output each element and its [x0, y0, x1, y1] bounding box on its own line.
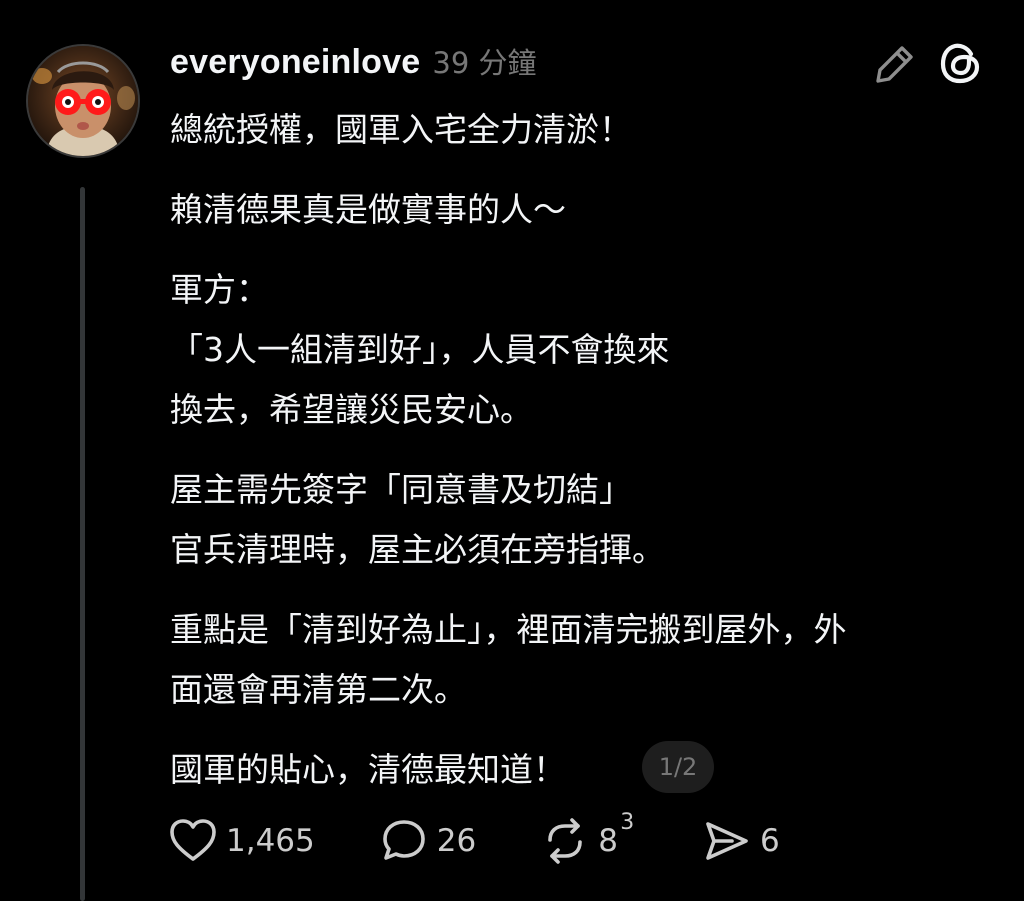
like-button[interactable]: 1,465 [168, 816, 315, 866]
heart-icon [170, 819, 216, 861]
post-text-line: 面還會再清第二次。 [170, 670, 467, 709]
thread-connector-line [80, 187, 85, 901]
comment-count: 26 [436, 823, 477, 859]
share-button[interactable]: 6 [702, 816, 780, 866]
post-paragraph: 總統授權，國軍入宅全力清淤！ [170, 100, 980, 160]
post-text-line: 軍方： [170, 270, 269, 309]
thread-post: everyoneinlove 39 分鐘 總統授權，國軍入宅全力清淤！ 賴清德果真… [0, 0, 1024, 901]
threads-logo-icon [940, 43, 980, 84]
repost-button[interactable]: 8 3 [540, 810, 634, 866]
post-paragraph: 屋主需先簽字「同意書及切結」 官兵清理時，屋主必須在旁指揮。 [170, 460, 980, 580]
post-text-line: 屋主需先簽字「同意書及切結」 [170, 470, 632, 509]
page-indicator[interactable]: 1/2 [642, 741, 714, 793]
post-paragraph: 賴清德果真是做實事的人～ [170, 180, 980, 240]
threads-app-button[interactable] [938, 40, 984, 86]
repost-superscript: 3 [620, 810, 635, 835]
post-paragraph: 國軍的貼心，清德最知道！ [170, 740, 980, 800]
send-icon [706, 822, 748, 860]
avatar[interactable] [26, 44, 140, 158]
post-text-line: 國軍的貼心，清德最知道！ [170, 750, 566, 789]
edit-button[interactable] [872, 41, 918, 87]
post-body: 總統授權，國軍入宅全力清淤！ 賴清德果真是做實事的人～ 軍方： 「3人一組清到好」，人… [170, 100, 980, 820]
post-text-line: 重點是「清到好為止」，裡面清完搬到屋外，外 [170, 610, 847, 649]
post-paragraph: 軍方： 「3人一組清到好」，人員不會換來 換去，希望讓災民安心。 [170, 260, 980, 440]
post-text-line: 總統授權，國軍入宅全力清淤！ [170, 110, 632, 149]
comment-bubble-icon [382, 820, 425, 860]
username[interactable]: everyoneinlove [170, 43, 420, 82]
repost-count: 8 [598, 823, 618, 859]
comment-button[interactable]: 26 [379, 816, 476, 866]
repost-icon [548, 818, 583, 864]
share-count: 6 [759, 823, 780, 859]
timestamp: 39 分鐘 [432, 46, 537, 80]
pencil-icon [876, 46, 913, 83]
post-text-line: 賴清德果真是做實事的人～ [170, 190, 566, 229]
post-text-line: 官兵清理時，屋主必須在旁指揮。 [170, 530, 665, 569]
post-text-line: 「3人一組清到好」，人員不會換來 [170, 330, 670, 369]
post-paragraph: 重點是「清到好為止」，裡面清完搬到屋外，外 面還會再清第二次。 [170, 600, 980, 720]
post-text-line: 換去，希望讓災民安心。 [170, 390, 533, 429]
like-count: 1,465 [226, 823, 315, 859]
action-bar: 1,465 26 8 3 6 [168, 810, 780, 870]
post-header: everyoneinlove 39 分鐘 [170, 40, 537, 86]
